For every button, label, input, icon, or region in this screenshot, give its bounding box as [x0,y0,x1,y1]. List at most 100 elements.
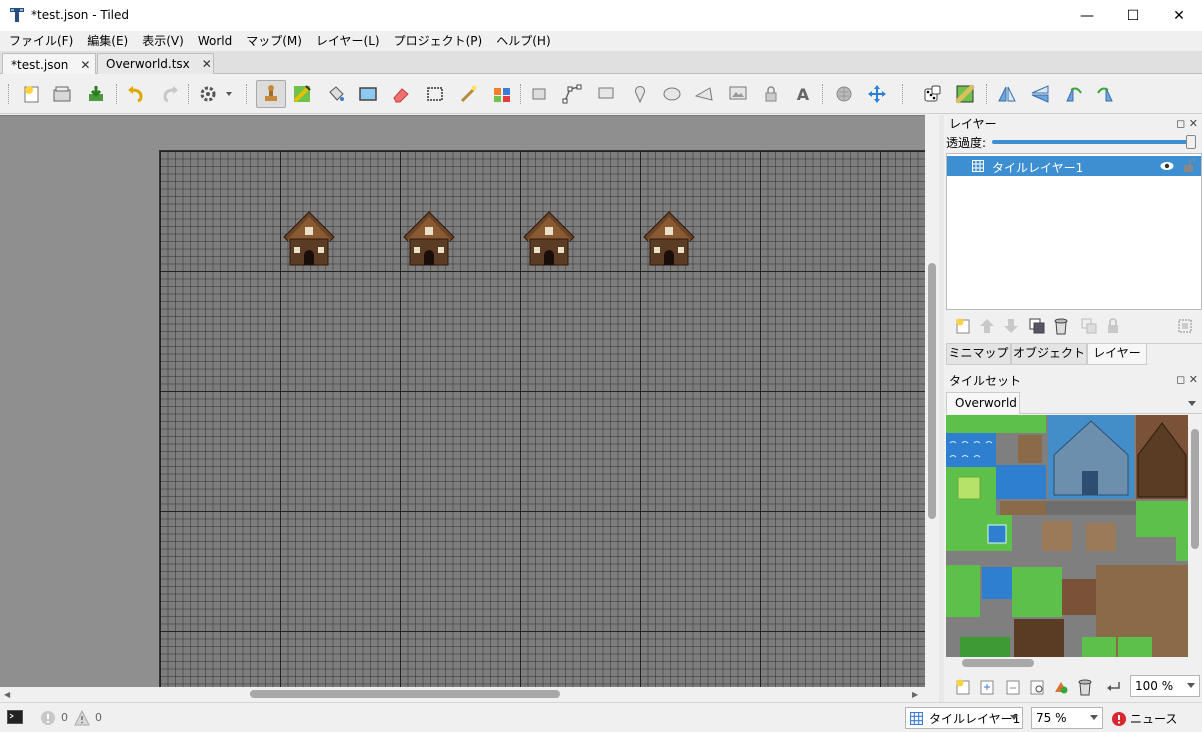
house-tile [403,211,455,266]
scroll-thumb[interactable] [1191,429,1199,549]
select-same-tile-icon[interactable] [490,82,514,106]
current-layer-combo[interactable]: タイルレイヤー1 [905,707,1023,729]
tab-overworld[interactable]: Overworld [946,392,1020,414]
tileset-horizontal-scrollbar[interactable] [946,657,1188,669]
layer-row-tile-layer-1[interactable]: タイルレイヤー1 [947,156,1201,176]
tileset-zoom-combo[interactable]: 100 % [1130,675,1200,697]
stamp-brush-icon[interactable] [256,80,286,108]
insert-ellipse-icon[interactable] [660,82,684,106]
close-tab-icon[interactable]: ✕ [202,57,212,71]
map-canvas[interactable] [0,115,925,687]
close-tab-icon[interactable]: ✕ [80,58,90,72]
scroll-right-icon[interactable]: ▶ [912,690,918,699]
menu-project[interactable]: プロジェクト(P) [387,31,490,51]
tile-map[interactable] [159,150,925,687]
random-mode-icon[interactable] [920,82,944,106]
dynamic-wrapping-icon[interactable] [1104,678,1122,696]
move-icon[interactable] [865,82,889,106]
magic-wand-icon[interactable] [456,82,480,106]
warning-icon[interactable] [74,710,90,726]
panel-float-close-icons[interactable]: ◻ ✕ [1176,373,1198,386]
terrain-brush-icon[interactable] [290,82,314,106]
menu-view[interactable]: 表示(V) [135,31,191,51]
eraser-icon[interactable] [389,82,413,106]
duplicate-layer-icon[interactable] [1028,317,1046,335]
tab-layers[interactable]: レイヤー [1087,344,1147,365]
terrain-sets-icon[interactable] [1052,678,1070,696]
save-icon[interactable] [84,82,108,106]
map-horizontal-scrollbar[interactable]: ◀ ▶ [0,687,925,701]
lock-layer-icon[interactable] [1104,317,1122,335]
console-icon[interactable] [7,710,23,724]
redo-icon[interactable] [158,82,182,106]
tab-objects[interactable]: オブジェクト [1011,344,1087,365]
error-icon[interactable] [40,710,56,726]
tileset-view[interactable] [946,415,1188,657]
undo-icon[interactable] [124,82,148,106]
rotate-right-icon[interactable] [1094,82,1118,106]
remove-tileset-icon[interactable] [1076,678,1094,696]
flip-vertical-icon[interactable] [1028,82,1052,106]
commands-icon[interactable] [196,82,236,106]
bucket-fill-icon[interactable] [324,82,348,106]
close-button[interactable]: ✕ [1156,0,1202,31]
menu-layer[interactable]: レイヤー(L) [309,31,387,51]
unlock-icon[interactable] [1183,159,1195,173]
house-tile [283,211,335,266]
maximize-button[interactable]: ☐ [1110,0,1156,31]
new-map-icon[interactable] [20,82,44,106]
open-icon[interactable] [50,82,74,106]
highlight-layer-icon[interactable] [1176,317,1194,335]
scroll-thumb[interactable] [928,263,936,519]
world-tool-icon[interactable] [832,82,856,106]
new-tileset-icon[interactable] [954,678,972,696]
menu-map[interactable]: マップ(M) [239,31,309,51]
menu-file[interactable]: ファイル(F) [2,31,80,51]
scroll-thumb[interactable] [962,659,1034,667]
layers-panel-title: レイヤー [949,117,997,131]
select-objects-icon[interactable] [528,82,552,106]
tileset-menu-caret-icon[interactable] [1188,401,1196,406]
insert-template-icon[interactable] [759,82,783,106]
tileset-vertical-scrollbar[interactable] [1188,415,1202,657]
tileset-zoom-value: 100 % [1135,679,1174,693]
tab-minimap[interactable]: ミニマップ [946,344,1011,365]
shape-fill-icon[interactable] [356,82,380,106]
error-count: 0 [61,711,68,724]
scroll-thumb[interactable] [250,690,560,698]
chevron-down-icon [1090,715,1098,720]
menu-help[interactable]: ヘルプ(H) [489,31,557,51]
insert-polygon-icon[interactable] [692,82,716,106]
menu-world[interactable]: World [191,31,239,51]
tilesets-panel: タイルセット ◻ ✕ Overworld 100 % [944,372,1202,702]
wang-fill-icon[interactable] [953,82,977,106]
minimize-button[interactable]: — [1064,0,1110,31]
panel-float-close-icons[interactable]: ◻ ✕ [1176,117,1198,130]
insert-text-icon[interactable]: A [791,82,815,106]
opacity-slider[interactable] [992,135,1196,149]
map-vertical-scrollbar[interactable] [925,115,939,687]
edit-tileset-icon[interactable] [1028,678,1046,696]
eye-icon[interactable] [1160,161,1174,171]
insert-rectangle-icon[interactable] [594,82,618,106]
export-tileset-icon[interactable] [1004,678,1022,696]
embed-tileset-icon[interactable] [978,678,996,696]
opacity-slider-handle[interactable] [1186,135,1196,149]
zoom-combo[interactable]: 75 % [1031,707,1103,729]
rotate-left-icon[interactable] [1061,82,1085,106]
lower-layer-icon[interactable] [1002,317,1020,335]
tab-overworld-tsx[interactable]: Overworld.tsx ✕ [97,53,214,74]
edit-polygons-icon[interactable] [560,82,584,106]
insert-tile-icon[interactable] [726,82,750,106]
new-layer-icon[interactable] [954,317,972,335]
scroll-left-icon[interactable]: ◀ [4,690,10,699]
raise-layer-icon[interactable] [978,317,996,335]
flip-horizontal-icon[interactable] [995,82,1019,106]
menu-edit[interactable]: 編集(E) [80,31,135,51]
merge-layer-icon[interactable] [1080,317,1098,335]
delete-layer-icon[interactable] [1052,317,1070,335]
rect-select-icon[interactable] [423,82,447,106]
insert-point-icon[interactable] [628,82,652,106]
news-button[interactable]: ニュース [1112,710,1177,727]
tab-test-json[interactable]: *test.json ✕ [2,53,96,75]
